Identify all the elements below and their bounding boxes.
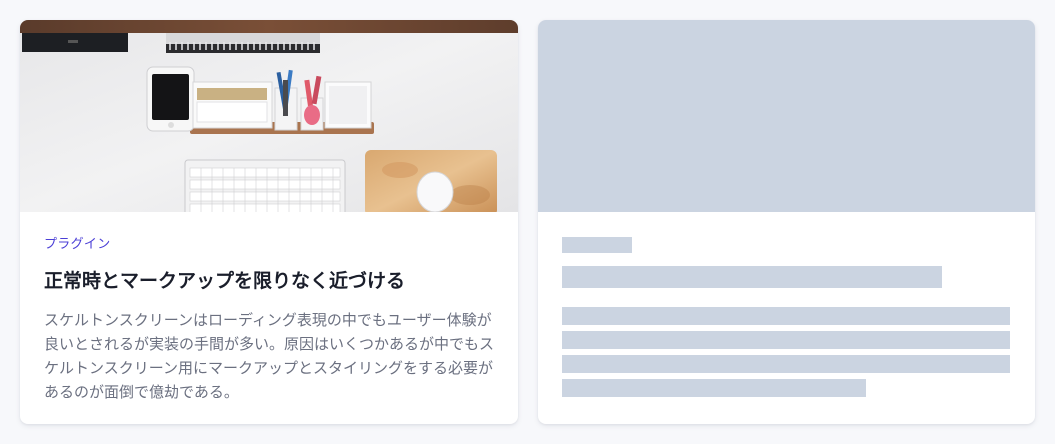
article-card[interactable]: プラグイン 正常時とマークアップを限りなく近づける スケルトンスクリーンはローデ…	[20, 20, 518, 424]
skeleton-text-line	[562, 355, 1010, 373]
article-description: スケルトンスクリーンはローディング表現の中でもユーザー体験が良いとされるが実装の…	[44, 311, 495, 401]
skeleton-thumbnail	[538, 20, 1035, 212]
article-thumbnail	[20, 20, 518, 212]
article-body: プラグイン 正常時とマークアップを限りなく近づける スケルトンスクリーンはローデ…	[20, 212, 518, 404]
skeleton-text-line	[562, 379, 866, 397]
skeleton-title	[562, 266, 942, 288]
skeleton-text-line	[562, 331, 1010, 349]
article-title[interactable]: 正常時とマークアップを限りなく近づける	[44, 268, 494, 294]
skeleton-category	[562, 237, 632, 253]
skeleton-card	[538, 20, 1035, 424]
skeleton-text-line	[562, 307, 1010, 325]
article-category[interactable]: プラグイン	[44, 236, 494, 254]
